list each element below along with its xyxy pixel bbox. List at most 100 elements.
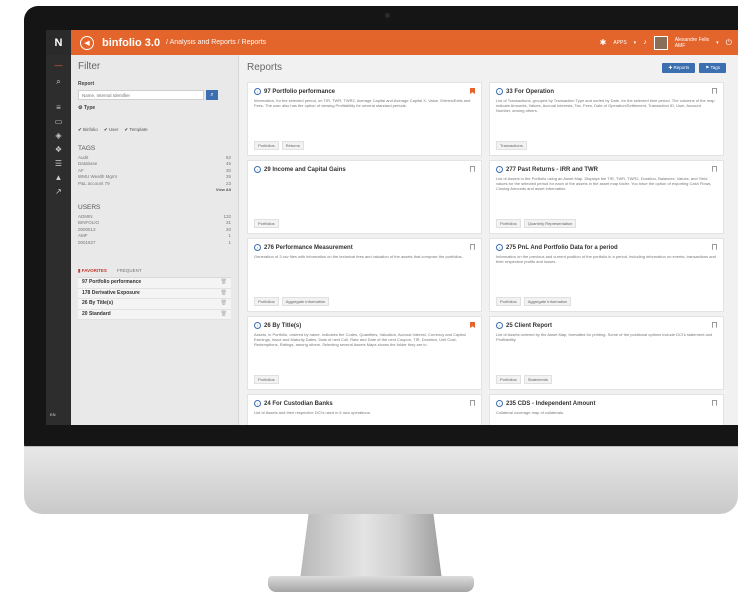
sliders-icon[interactable]: ☰: [53, 159, 64, 168]
user-block[interactable]: Alexandre Felix AMF: [675, 37, 709, 49]
card-tag[interactable]: Aggregate Information: [281, 297, 330, 306]
new-report-button[interactable]: ✚ Reports: [662, 63, 696, 73]
favorite-item[interactable]: 26 By Title(s) 🗑: [78, 299, 231, 310]
chevron-right-icon[interactable]: ›: [254, 322, 261, 329]
chevron-right-icon[interactable]: ›: [496, 88, 503, 95]
user-item-name: 0001827: [78, 239, 96, 245]
report-card[interactable]: › 29 Income and Capital Gains Portfolios: [247, 160, 482, 234]
card-title[interactable]: 24 For Custodian Banks: [264, 401, 333, 407]
card-title[interactable]: 235 CDS - Independent Amount: [506, 401, 595, 407]
card-description: Information on the previous and current …: [496, 254, 716, 264]
search-icon[interactable]: ⌕: [206, 90, 218, 100]
card-title[interactable]: 29 Income and Capital Gains: [264, 167, 346, 173]
chevron-right-icon[interactable]: ›: [496, 166, 503, 173]
card-tag[interactable]: Aggregate Information: [523, 297, 572, 306]
card-tag[interactable]: Quarterly Representation: [523, 219, 577, 228]
report-card[interactable]: › 33 For Operation List of Transactions, …: [489, 82, 724, 156]
card-tag[interactable]: Returns: [281, 141, 304, 150]
favorite-item[interactable]: 20 Standard 🗑: [78, 309, 231, 321]
app-logo[interactable]: N: [46, 30, 71, 55]
report-card[interactable]: › 276 Performance Measurement Generation …: [247, 238, 482, 312]
tab-favorites[interactable]: ▮ FAVORITES: [78, 268, 107, 274]
users-title: USERS: [78, 204, 101, 212]
folder-icon[interactable]: ▭: [53, 117, 64, 126]
apps-label[interactable]: APPS: [613, 40, 626, 46]
card-header: › 276 Performance Measurement: [254, 244, 475, 251]
app-screen: N ◀ binfolio 3.0 / Analysis and Reports …: [46, 30, 738, 425]
power-icon[interactable]: ⏻: [726, 38, 732, 48]
favorite-label: 97 Portfolio performance: [82, 279, 142, 286]
card-tag[interactable]: Portfolios: [254, 297, 279, 306]
card-header: › 33 For Operation: [496, 88, 717, 95]
trash-icon[interactable]: 🗑: [221, 310, 227, 320]
tags-button[interactable]: ⚑ Tags: [699, 63, 726, 73]
report-card[interactable]: › 97 Portfolio performance Information, f…: [247, 82, 482, 156]
card-tag[interactable]: Portfolios: [496, 297, 521, 306]
flask-icon[interactable]: ▲: [53, 173, 64, 182]
chart-icon[interactable]: ↗: [53, 187, 64, 196]
card-header: › 29 Income and Capital Gains: [254, 166, 475, 173]
bell-icon[interactable]: ♪: [643, 39, 647, 46]
avatar[interactable]: [653, 35, 668, 50]
filter-title: Filter: [78, 61, 101, 72]
chevron-right-icon[interactable]: ›: [254, 166, 261, 173]
tab-frequent[interactable]: FREQUENT: [117, 268, 142, 274]
reports-header-buttons: ✚ Reports ⚑ Tags: [662, 63, 726, 73]
card-header: › 275 PnL And Portfolio Data for a period: [496, 244, 717, 251]
card-tag[interactable]: Statements: [523, 375, 552, 384]
chevron-right-icon[interactable]: ›: [496, 244, 503, 251]
favorite-label: 26 By Title(s): [82, 300, 114, 307]
card-tag[interactable]: Portfolios: [496, 375, 521, 384]
card-title[interactable]: 97 Portfolio performance: [264, 89, 335, 95]
user-item[interactable]: 0001827 1: [78, 240, 231, 246]
chevron-right-icon[interactable]: ›: [254, 244, 261, 251]
report-card[interactable]: › 25 Client Report List of Assets ordered…: [489, 316, 724, 390]
trash-icon[interactable]: 🗑: [221, 299, 227, 309]
trash-icon[interactable]: 🗑: [221, 278, 227, 288]
type-checkbox[interactable]: ✔ Binfolio: [78, 127, 98, 133]
card-tag[interactable]: Portfolios: [254, 141, 279, 150]
search-icon[interactable]: ⌕: [53, 77, 64, 86]
type-label-template: Template: [129, 127, 148, 132]
breadcrumb[interactable]: / Analysis and Reports / Reports: [166, 39, 266, 46]
chevron-right-icon[interactable]: ›: [254, 88, 261, 95]
checkbox-icon: ✔: [124, 127, 129, 132]
card-title[interactable]: 277 Past Returns - IRR and TWR: [506, 167, 598, 173]
card-tag[interactable]: Portfolios: [496, 219, 521, 228]
chevron-right-icon[interactable]: ›: [496, 400, 503, 407]
card-title[interactable]: 25 Client Report: [506, 323, 552, 329]
report-search-input[interactable]: [78, 90, 204, 100]
report-card[interactable]: › 26 By Title(s) Assets, in Portfolio, or…: [247, 316, 482, 390]
card-tag[interactable]: Portfolios: [254, 219, 279, 228]
card-title[interactable]: 275 PnL And Portfolio Data for a period: [506, 245, 618, 251]
bug-icon[interactable]: ❖: [53, 145, 64, 154]
card-tag[interactable]: Transactions: [496, 141, 527, 150]
type-checkbox[interactable]: ✔ Template: [124, 127, 147, 133]
filter-panel: Filter Report ⌕ ⚙ Type ✔ Binfolio ✔ User…: [71, 55, 239, 425]
apps-icon[interactable]: ✱: [600, 38, 607, 47]
card-title[interactable]: 26 By Title(s): [264, 323, 301, 329]
favorite-item[interactable]: 178 Derivative Exposure 🗑: [78, 288, 231, 300]
chevron-down-icon[interactable]: ▾: [716, 40, 719, 46]
card-title[interactable]: 276 Performance Measurement: [264, 245, 353, 251]
back-icon[interactable]: ◀: [80, 35, 94, 50]
card-title[interactable]: 33 For Operation: [506, 89, 554, 95]
favorite-item[interactable]: 97 Portfolio performance 🗑: [78, 278, 231, 289]
report-card[interactable]: › 235 CDS - Independent Amount Collateral…: [489, 394, 724, 425]
view-all-link[interactable]: View All: [78, 187, 231, 192]
layers-icon[interactable]: ◈: [53, 131, 64, 140]
list-icon[interactable]: ≡: [53, 103, 64, 112]
report-card[interactable]: › 275 PnL And Portfolio Data for a period…: [489, 238, 724, 312]
chevron-right-icon[interactable]: ›: [496, 322, 503, 329]
trash-icon[interactable]: 🗑: [221, 289, 227, 299]
language-switch[interactable]: EN: [50, 412, 56, 417]
card-header: › 26 By Title(s): [254, 322, 475, 329]
chevron-down-icon[interactable]: ▾: [634, 40, 637, 46]
report-card[interactable]: › 24 For Custodian Banks List of Assets a…: [247, 394, 482, 425]
tags-label: Tags: [710, 65, 720, 70]
report-card[interactable]: › 277 Past Returns - IRR and TWR List of …: [489, 160, 724, 234]
chevron-right-icon[interactable]: ›: [254, 400, 261, 407]
type-checkbox[interactable]: ✔ User: [104, 127, 119, 133]
card-tag[interactable]: Portfolios: [254, 375, 279, 384]
menu-dash-icon[interactable]: —: [53, 61, 64, 70]
